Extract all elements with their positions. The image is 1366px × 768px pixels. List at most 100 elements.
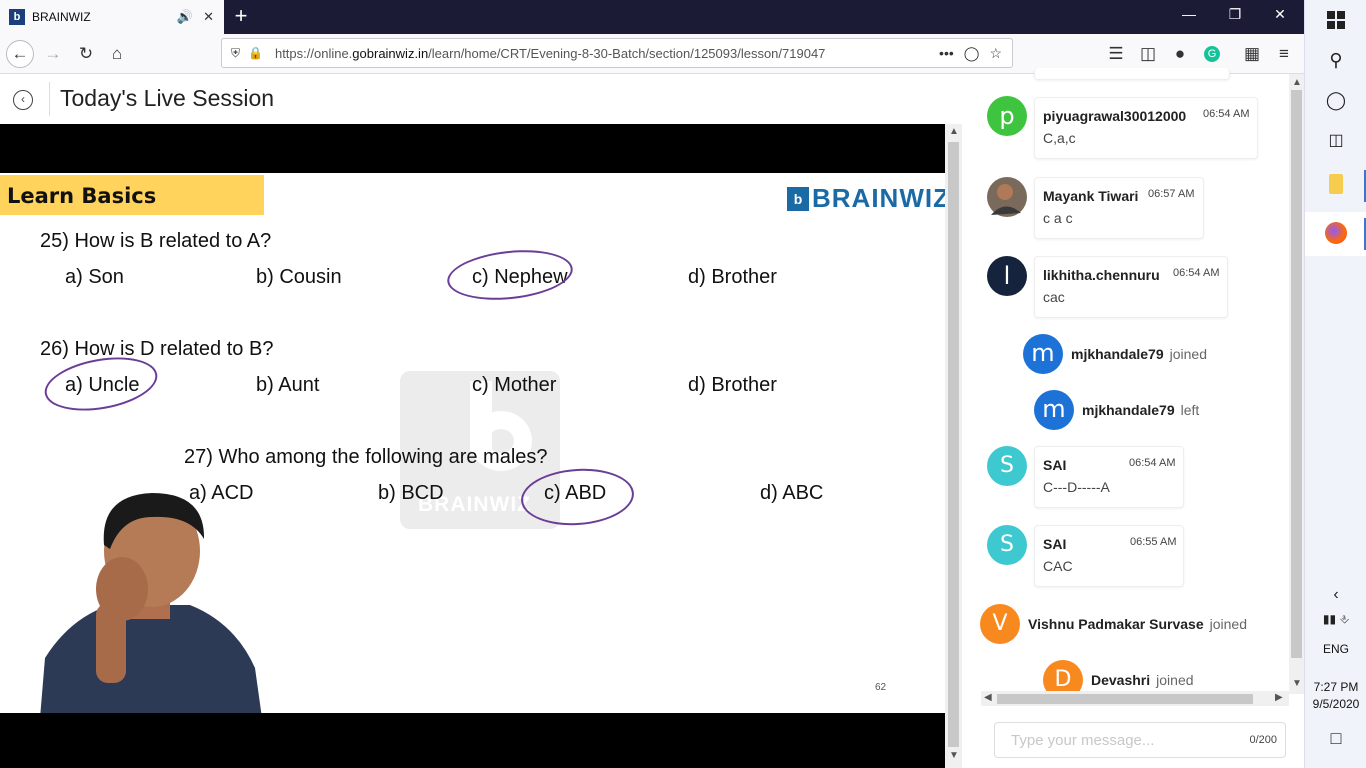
account-icon[interactable]: ● — [1166, 40, 1194, 68]
library-icon[interactable]: ☰ — [1102, 40, 1130, 68]
clock-time[interactable]: 7:27 PM — [1305, 680, 1366, 694]
chat-scrollbar[interactable]: ▲ ▼ — [1289, 74, 1304, 694]
lock-icon[interactable]: 🔒 — [248, 46, 263, 60]
chat-message: SAI 06:54 AM C---D-----A — [1034, 446, 1184, 508]
event-user: mjkhandale79 — [1082, 402, 1175, 418]
message-text: C---D-----A — [1043, 479, 1110, 495]
forward-arrow-icon[interactable]: → — [39, 40, 67, 68]
page-title: Today's Live Session — [60, 85, 275, 111]
show-hidden-icons-chevron-icon[interactable]: ‹ — [1305, 586, 1366, 606]
close-tab-icon[interactable]: ✕ — [203, 9, 214, 25]
scrollbar-thumb[interactable] — [1291, 90, 1302, 658]
home-icon[interactable]: ⌂ — [103, 40, 131, 68]
brainwiz-logo: b BRAINWIZ — [787, 183, 945, 214]
logo-text: BRAINWIZ — [812, 183, 945, 213]
avatar: p — [987, 96, 1027, 136]
message-author: SAI — [1043, 457, 1067, 473]
slide-page-number: 62 — [875, 682, 887, 693]
tab-title: BRAINWIZ — [32, 10, 91, 24]
scroll-left-icon[interactable]: ◀ — [984, 692, 992, 703]
message-input-box[interactable]: 0/200 — [994, 722, 1286, 758]
pocket-icon[interactable]: ◯ — [964, 45, 980, 62]
chat-message: SAI 06:55 AM CAC — [1034, 525, 1184, 587]
scrollbar-thumb[interactable] — [997, 694, 1253, 704]
scroll-down-icon[interactable]: ▼ — [1292, 678, 1302, 689]
video-player[interactable]: Learn Basics b BRAINWIZ BRAINWIZ 25) How… — [0, 124, 945, 768]
message-text: cac — [1043, 289, 1065, 305]
page-actions-icon[interactable]: ••• — [939, 45, 954, 61]
chat-message: Mayank Tiwari 06:57 AM c a c — [1034, 177, 1204, 239]
close-window-icon[interactable]: ✕ — [1268, 6, 1292, 23]
avatar: S — [987, 525, 1027, 565]
event-action: left — [1180, 402, 1200, 418]
message-author: piyuagrawal30012000 — [1043, 108, 1187, 124]
url-domain: gobrainwiz.in — [352, 45, 429, 61]
presenter-video — [40, 493, 262, 713]
option: b) Aunt — [256, 374, 320, 396]
language-indicator[interactable]: ENG — [1305, 642, 1366, 656]
message-time: 06:54 AM — [1203, 108, 1250, 120]
action-center-icon[interactable]: □ — [1305, 728, 1366, 750]
join-event: mjkhandale79 joined — [1071, 346, 1207, 362]
video-scrollbar[interactable]: ▲ ▼ — [945, 124, 962, 768]
search-icon[interactable]: ⚲ — [1305, 50, 1366, 74]
cortana-icon[interactable]: ◯ — [1305, 90, 1366, 114]
reload-icon[interactable]: ↻ — [72, 40, 100, 68]
event-user: Vishnu Padmakar Survase — [1028, 616, 1204, 632]
chat-bubble-partial — [1034, 68, 1230, 80]
address-bar[interactable]: ⛨ 🔒 https://online.gobrainwiz.in/learn/h… — [221, 38, 1013, 68]
message-time: 06:54 AM — [1129, 457, 1176, 469]
event-user: Devashri — [1091, 672, 1151, 688]
back-arrow-icon[interactable]: ← — [6, 40, 34, 68]
avatar: m — [1034, 390, 1074, 430]
join-event: Vishnu Padmakar Survase joined — [1028, 616, 1247, 632]
option: d) ABC — [760, 482, 824, 504]
scroll-right-icon[interactable]: ▶ — [1275, 692, 1283, 703]
new-tab-button[interactable]: + — [230, 3, 252, 29]
chat-horizontal-scrollbar[interactable]: ◀ ▶ — [981, 691, 1289, 706]
extensions-icon[interactable]: ▦ — [1238, 40, 1266, 68]
message-text: c a c — [1043, 210, 1073, 226]
menu-icon[interactable]: ≡ — [1270, 40, 1298, 68]
message-text: C,a,c — [1043, 130, 1076, 146]
task-view-icon[interactable]: ◫ — [1305, 130, 1366, 154]
message-text: CAC — [1043, 558, 1073, 574]
chat-message: piyuagrawal30012000 06:54 AM C,a,c — [1034, 97, 1258, 159]
event-action: joined — [1169, 346, 1207, 362]
grammarly-icon[interactable]: G — [1198, 40, 1226, 68]
windows-start-icon[interactable] — [1305, 8, 1366, 32]
option: a) Son — [65, 266, 124, 288]
char-counter: 0/200 — [1249, 734, 1277, 746]
shield-icon[interactable]: ⛨ — [231, 46, 240, 61]
file-explorer-icon[interactable] — [1305, 166, 1366, 206]
option: d) Brother — [688, 374, 777, 396]
minimize-window-icon[interactable]: — — [1177, 6, 1201, 22]
clock-date[interactable]: 9/5/2020 — [1305, 697, 1366, 711]
bookmark-star-icon[interactable]: ☆ — [989, 45, 1002, 62]
url-prefix: https://online. — [274, 45, 353, 61]
avatar: m — [1023, 334, 1063, 374]
message-input[interactable] — [1011, 732, 1231, 749]
message-author: Mayank Tiwari — [1043, 188, 1139, 204]
scroll-up-icon[interactable]: ▲ — [1292, 77, 1302, 88]
back-circle-icon[interactable]: ‹ — [13, 90, 33, 110]
sidebar-icon[interactable]: ◫ — [1134, 40, 1162, 68]
avatar: S — [987, 446, 1027, 486]
browser-tab-bar: b BRAINWIZ 🔊 ✕ + — ❐ ✕ — [0, 0, 1304, 34]
message-author: likhitha.chennuru — [1043, 267, 1160, 283]
presentation-slide: Learn Basics b BRAINWIZ BRAINWIZ 25) How… — [0, 173, 945, 713]
slide-banner: Learn Basics — [0, 175, 264, 215]
battery-and-wifi-icon[interactable]: ▮▮ ⎀ — [1305, 612, 1366, 632]
windows-taskbar: ⚲ ◯ ◫ ‹ ▮▮ ⎀ ENG 7:27 PM 9/5/2020 □ — [1304, 0, 1366, 768]
scroll-up-icon[interactable]: ▲ — [949, 126, 959, 137]
url-text[interactable]: https://online.gobrainwiz.in/learn/home/… — [275, 46, 939, 61]
browser-tab[interactable]: b BRAINWIZ 🔊 ✕ — [0, 0, 224, 34]
option: d) Brother — [688, 266, 777, 288]
firefox-icon[interactable] — [1305, 212, 1366, 256]
join-event: Devashri joined — [1091, 672, 1194, 688]
chat-panel: p piyuagrawal30012000 06:54 AM C,a,c May… — [962, 68, 1304, 768]
restore-window-icon[interactable]: ❐ — [1223, 6, 1247, 23]
scrollbar-thumb[interactable] — [948, 142, 959, 747]
speaker-icon[interactable]: 🔊 — [177, 9, 193, 25]
scroll-down-icon[interactable]: ▼ — [949, 750, 959, 761]
